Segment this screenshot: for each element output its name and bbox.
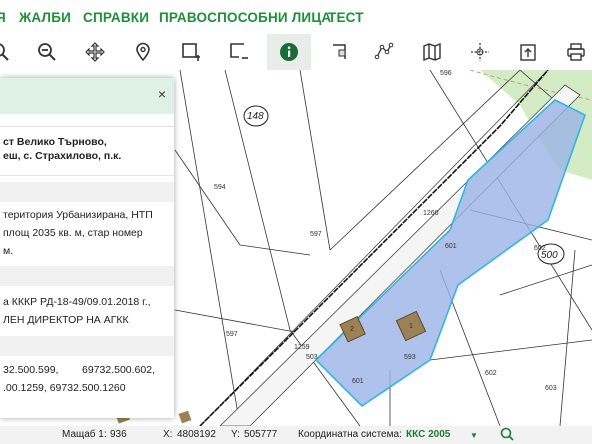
crosshair-button[interactable] xyxy=(460,34,500,70)
scale-value: 936 xyxy=(110,429,127,440)
parcel-label: 596 xyxy=(440,70,452,77)
crs-select[interactable]: ККС 2005 xyxy=(406,429,450,440)
popup-area-cont: м. xyxy=(3,245,14,257)
info-icon xyxy=(280,43,298,61)
parcel-label: 593 xyxy=(404,354,416,361)
parcel-label: 602 xyxy=(534,245,546,252)
status-bar: Мащаб 1: 936 X: 4808192 Y: 505777 Коорди… xyxy=(0,426,592,444)
export-button[interactable] xyxy=(508,34,548,70)
parcel-label: 603 xyxy=(545,385,557,392)
popup-address-line2: еш, с. Страхилово, п.к. xyxy=(3,150,122,162)
parcel-info-popup: × ст Велико Търново, еш, с. Страхилово, … xyxy=(0,78,174,418)
measure-area-button[interactable] xyxy=(320,34,360,70)
search-icon[interactable] xyxy=(500,427,514,444)
map-toolbar xyxy=(0,34,592,71)
parcel-label: 503 xyxy=(306,354,318,361)
zoom-out-icon xyxy=(38,43,56,61)
building-label-1: 1 xyxy=(409,323,413,330)
parcel-label: 602 xyxy=(485,370,497,377)
nav-item-licensed-persons[interactable]: ПРАВОСПОСОБНИ ЛИЦА xyxy=(159,10,331,25)
scale-label: Мащаб 1: xyxy=(62,429,107,440)
nav-item-test[interactable]: ТЕСТ xyxy=(328,10,364,25)
parcel-label: 597 xyxy=(226,331,238,338)
measure-area-icon xyxy=(333,44,346,59)
rectangle-remove-icon xyxy=(230,43,248,59)
parcel-label: 601 xyxy=(352,378,364,385)
popup-neighbour-3: .00.1259, 69732.500.1260 xyxy=(3,382,126,394)
pan-button[interactable] xyxy=(75,34,115,70)
rectangle-select-icon xyxy=(182,43,200,61)
popup-header: × xyxy=(0,78,174,114)
popup-address-line1: ст Велико Търново, xyxy=(3,136,107,148)
measure-line-button[interactable] xyxy=(364,34,404,70)
move-arrows-icon xyxy=(85,42,105,62)
nav-item-partial[interactable]: Я xyxy=(0,10,6,25)
parcel-label: 1259 xyxy=(294,344,310,351)
popup-neighbour-2: 69732.500.602, xyxy=(82,364,155,376)
popup-territory: територия Урбанизирана, НТП xyxy=(3,209,153,221)
map-layers-button[interactable] xyxy=(412,34,452,70)
chevron-down-icon[interactable]: ▼ xyxy=(470,431,478,440)
zoom-in-button[interactable] xyxy=(0,34,20,70)
popup-issuer: ЛЕН ДИРЕКТОР НА АГКК xyxy=(3,314,129,326)
y-label: Y: xyxy=(231,429,240,440)
print-button[interactable] xyxy=(556,34,592,70)
popup-area: площ 2035 кв. м, стар номер xyxy=(3,227,143,239)
zoom-in-icon xyxy=(0,43,9,61)
x-value: 4808192 xyxy=(177,429,216,440)
parcel-label: 1260 xyxy=(423,210,439,217)
close-icon[interactable]: × xyxy=(158,86,166,102)
parcel-label: 601 xyxy=(445,243,457,250)
x-label: X: xyxy=(163,429,173,440)
crs-label: Координатна система: xyxy=(298,429,402,440)
crosshair-icon xyxy=(471,43,489,61)
building-label-2: 2 xyxy=(350,326,354,333)
printer-icon xyxy=(567,43,585,61)
select-rectangle-button[interactable] xyxy=(171,34,211,70)
nav-item-complaints[interactable]: ЖАЛБИ xyxy=(19,10,71,25)
popup-neighbour-1: 32.500.599, xyxy=(3,364,59,376)
export-icon xyxy=(520,44,536,61)
zoom-out-button[interactable] xyxy=(27,34,67,70)
polyline-icon xyxy=(374,42,394,60)
popup-order: а КККР РД-18-49/09.01.2018 г., xyxy=(3,296,151,308)
top-navigation: Я ЖАЛБИ СПРАВКИ ПРАВОСПОСОБНИ ЛИЦА ТЕСТ xyxy=(0,0,592,34)
map-pin-icon xyxy=(136,42,150,62)
parcel-label: 594 xyxy=(214,184,226,191)
locate-button[interactable] xyxy=(123,34,163,70)
folded-map-icon xyxy=(423,42,441,62)
info-button[interactable] xyxy=(267,34,311,70)
y-value: 505777 xyxy=(244,429,278,440)
block-label-148: 148 xyxy=(247,111,264,122)
nav-item-reports[interactable]: СПРАВКИ xyxy=(83,10,149,25)
parcel-label: 597 xyxy=(310,231,322,238)
clear-selection-button[interactable] xyxy=(219,34,259,70)
